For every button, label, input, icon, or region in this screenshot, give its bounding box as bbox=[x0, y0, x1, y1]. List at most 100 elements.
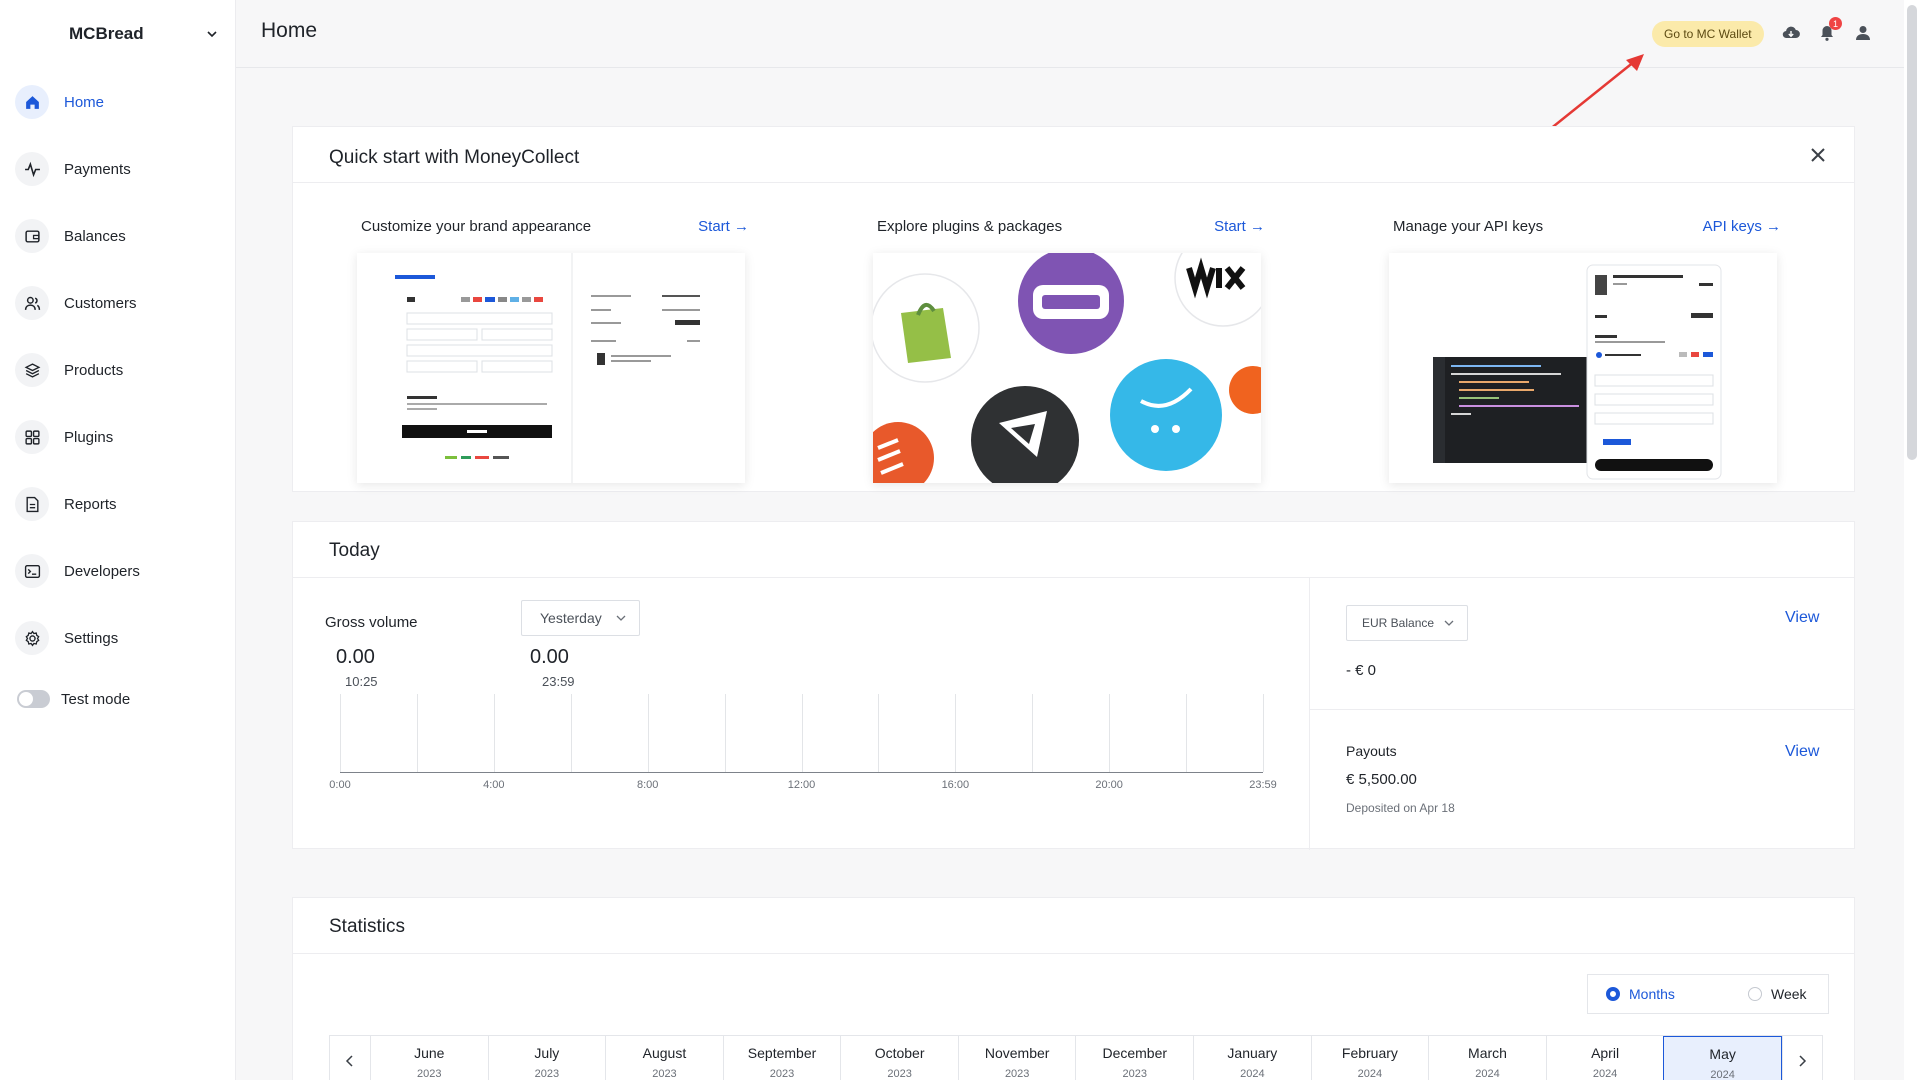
quick-start-api: Manage your API keys API keys → bbox=[1389, 215, 1781, 483]
users-icon bbox=[15, 286, 49, 320]
go-to-wallet-button[interactable]: Go to MC Wallet bbox=[1652, 21, 1764, 47]
month-cell[interactable]: March 2024 bbox=[1428, 1036, 1546, 1080]
close-icon[interactable] bbox=[1808, 145, 1828, 165]
divider bbox=[293, 953, 1854, 954]
month-name: December bbox=[1102, 1045, 1168, 1061]
chevron-left-icon bbox=[345, 1055, 353, 1067]
month-cell[interactable]: January 2024 bbox=[1193, 1036, 1311, 1080]
prev-month-button[interactable] bbox=[330, 1036, 370, 1080]
sidebar-item-home[interactable]: Home bbox=[15, 82, 225, 122]
start-plugins-link[interactable]: Start → bbox=[1214, 218, 1265, 235]
month-year: 2023 bbox=[1004, 1068, 1030, 1080]
chevron-down-icon bbox=[1444, 620, 1454, 626]
api-keys-link[interactable]: API keys → bbox=[1703, 218, 1781, 235]
month-name: May bbox=[1709, 1046, 1736, 1062]
sidebar-item-reports[interactable]: Reports bbox=[15, 484, 225, 524]
balance-panel: EUR Balance View - € 0 Payouts View € 5,… bbox=[1309, 578, 1854, 850]
month-name: July bbox=[534, 1045, 560, 1061]
sidebar-item-label: Customers bbox=[64, 294, 137, 312]
scrollbar[interactable] bbox=[1904, 0, 1920, 1080]
month-cell[interactable]: April 2024 bbox=[1545, 1036, 1664, 1080]
month-name: November bbox=[984, 1045, 1050, 1061]
quick-start-title: Quick start with MoneyCollect bbox=[329, 147, 580, 168]
sidebar-item-payments[interactable]: Payments bbox=[15, 149, 225, 189]
month-name: August bbox=[642, 1045, 687, 1061]
user-icon[interactable] bbox=[1853, 23, 1873, 43]
period-select[interactable]: Yesterday bbox=[521, 600, 640, 636]
divider bbox=[293, 182, 1854, 183]
month-year: 2023 bbox=[417, 1068, 442, 1080]
month-cell[interactable]: May 2024 bbox=[1663, 1036, 1782, 1080]
month-year: 2023 bbox=[534, 1068, 560, 1080]
chart-gridline bbox=[493, 694, 495, 772]
statistics-card: Statistics Months Week June 2023 July 2023 A… bbox=[292, 897, 1855, 1080]
chart-gridline bbox=[1263, 694, 1264, 772]
wallet-icon bbox=[15, 219, 49, 253]
month-name: September bbox=[747, 1045, 817, 1061]
sidebar-item-developers[interactable]: Developers bbox=[15, 551, 225, 591]
sidebar-item-products[interactable]: Products bbox=[15, 350, 225, 390]
scrollbar-thumb[interactable] bbox=[1907, 5, 1917, 460]
payouts-label: Payouts bbox=[1346, 743, 1397, 759]
balance-view-link[interactable]: View bbox=[1785, 609, 1819, 627]
balance-currency-select[interactable]: EUR Balance bbox=[1346, 605, 1468, 641]
radio-week[interactable]: Week bbox=[1748, 986, 1807, 1002]
bell-icon[interactable]: 1 bbox=[1817, 17, 1842, 43]
sidebar-item-customers[interactable]: Customers bbox=[15, 283, 225, 323]
chart-x-tick-label: 0:00 bbox=[329, 779, 351, 791]
sidebar-item-balances[interactable]: Balances bbox=[15, 216, 225, 256]
quick-start-plugins: Explore plugins & packages Start → bbox=[873, 215, 1265, 483]
current-gross-value: 0.00 bbox=[336, 646, 375, 668]
month-cell[interactable]: February 2024 bbox=[1310, 1036, 1429, 1080]
month-year: 2023 bbox=[1122, 1068, 1147, 1080]
month-cell[interactable]: October 2023 bbox=[840, 1036, 958, 1080]
test-mode-toggle[interactable] bbox=[17, 690, 50, 708]
org-switcher[interactable]: MCBread bbox=[69, 22, 219, 46]
sidebar-item-label: Balances bbox=[64, 227, 126, 245]
month-cell[interactable]: December 2023 bbox=[1075, 1036, 1193, 1080]
quick-start-label: Manage your API keys bbox=[1393, 217, 1544, 235]
period-select-value: Yesterday bbox=[540, 610, 602, 626]
sidebar-item-plugins[interactable]: Plugins bbox=[15, 417, 225, 457]
terminal-icon bbox=[15, 554, 49, 588]
month-name: March bbox=[1468, 1045, 1507, 1061]
chevron-down-icon bbox=[207, 31, 217, 38]
radio-dot bbox=[1606, 987, 1620, 1001]
today-title: Today bbox=[329, 540, 380, 561]
month-cell[interactable]: August 2023 bbox=[605, 1036, 723, 1080]
balance-currency-value: EUR Balance bbox=[1362, 616, 1435, 630]
payouts-view-link[interactable]: View bbox=[1785, 743, 1819, 761]
chart-gridline bbox=[570, 694, 572, 772]
sidebar-item-label: Plugins bbox=[64, 428, 114, 446]
cloud-download-icon[interactable] bbox=[1781, 23, 1801, 43]
month-year: 2024 bbox=[1475, 1068, 1500, 1080]
month-cell[interactable]: July 2023 bbox=[487, 1036, 606, 1080]
month-cell[interactable]: June 2023 bbox=[370, 1036, 488, 1080]
month-year: 2023 bbox=[652, 1068, 677, 1080]
month-cell[interactable]: November 2023 bbox=[957, 1036, 1076, 1080]
quick-start-label: Customize your brand appearance bbox=[361, 217, 592, 235]
payouts-value: € 5,500.00 bbox=[1346, 771, 1417, 788]
chart-x-tick-label: 4:00 bbox=[483, 779, 505, 791]
month-name: January bbox=[1227, 1045, 1278, 1061]
sidebar-item-label: Products bbox=[64, 361, 124, 379]
next-month-button[interactable] bbox=[1781, 1036, 1822, 1080]
month-cell[interactable]: September 2023 bbox=[722, 1036, 841, 1080]
radio-months[interactable]: Months bbox=[1606, 986, 1675, 1002]
period-radio-group: Months Week bbox=[1587, 974, 1829, 1014]
activity-icon bbox=[15, 152, 49, 186]
top-header: Home Go to MC Wallet 1 bbox=[236, 0, 1904, 68]
today-card: Today Gross volume Yesterday 0.00 10:25 … bbox=[292, 521, 1855, 850]
home-icon bbox=[15, 85, 49, 119]
month-year: 2024 bbox=[1710, 1069, 1735, 1080]
grid-icon bbox=[15, 420, 49, 454]
org-name: MCBread bbox=[69, 24, 144, 43]
start-brand-link[interactable]: Start → bbox=[698, 218, 749, 235]
notification-badge: 1 bbox=[1829, 17, 1842, 30]
chart-gridline bbox=[801, 694, 803, 772]
balance-value: - € 0 bbox=[1346, 662, 1377, 679]
chart-gridline bbox=[955, 694, 957, 772]
sidebar-item-settings[interactable]: Settings bbox=[15, 618, 225, 658]
api-code-preview-image bbox=[1389, 253, 1777, 483]
gross-volume-label: Gross volume bbox=[325, 614, 418, 631]
